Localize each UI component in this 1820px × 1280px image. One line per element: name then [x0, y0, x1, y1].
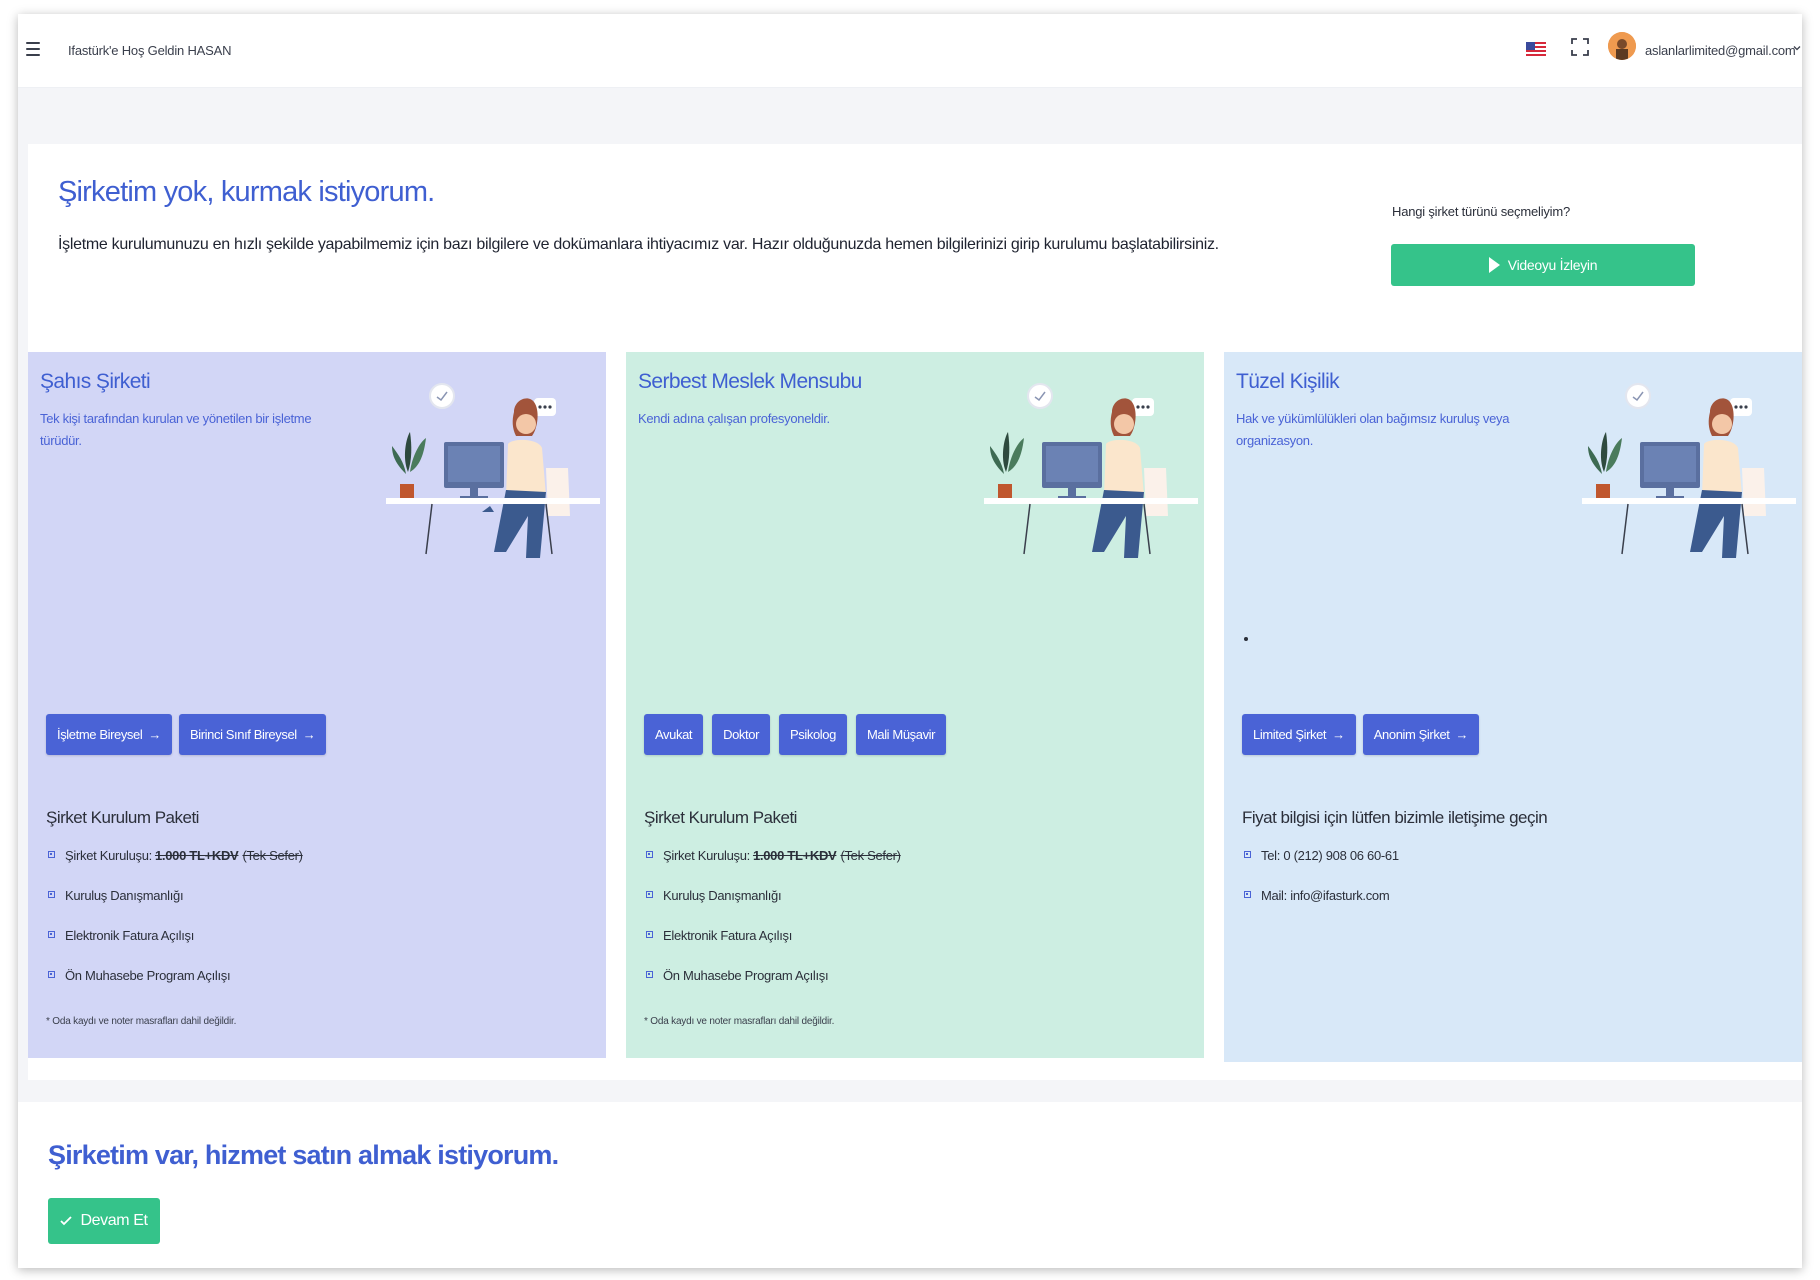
profession-buttons: Avukat Doktor Psikolog Mali Müşavir: [644, 714, 947, 755]
item-text: Elektronik Fatura Açılışı: [663, 928, 793, 943]
bullet-icon: [48, 851, 55, 858]
check-icon: [60, 1216, 73, 1226]
bullet-icon: [646, 851, 653, 858]
item-prefix: Şirket Kuruluşu:: [65, 848, 152, 863]
bullet-icon: [1244, 891, 1251, 898]
button-label: Birinci Sınıf Bireysel: [189, 727, 297, 742]
bullet-icon: [48, 931, 55, 938]
mali-musavir-button[interactable]: Mali Müşavir: [855, 714, 947, 755]
item-text: Elektronik Fatura Açılışı: [65, 928, 195, 943]
avukat-button[interactable]: Avukat: [644, 714, 704, 755]
package-title: Şirket Kurulum Paketi: [46, 808, 199, 827]
column-title: Şahıs Şirketi: [40, 370, 151, 393]
button-label: Anonim Şirket: [1373, 727, 1450, 742]
package-list: Şirket Kuruluşu: 1.000 TL+KDV (Tek Sefer…: [644, 848, 901, 1008]
legal-entity-buttons: Limited Şirket → Anonim Şirket →: [1242, 714, 1480, 755]
list-item: Kuruluş Danışmanlığı: [46, 888, 303, 928]
watch-video-label: Videoyu İzleyin: [1507, 257, 1598, 273]
company-type-buttons: İşletme Bireysel → Birinci Sınıf Bireyse…: [46, 714, 327, 755]
column-serbest-meslek: Serbest Meslek Mensubu Kendi adına çalış…: [626, 352, 1204, 1058]
workspace-illustration: [386, 383, 600, 558]
app-window: Ifastürk'e Hoş Geldin HASAN aslanlarlimi…: [18, 14, 1802, 1268]
item-once: (Tek Sefer): [242, 848, 303, 863]
psikolog-button[interactable]: Psikolog: [779, 714, 847, 755]
continue-label: Devam Et: [80, 1212, 148, 1229]
button-label: Avukat: [655, 727, 693, 742]
list-item: Tel: 0 (212) 908 06 60-61: [1242, 848, 1399, 888]
arrow-right-icon: →: [1455, 727, 1469, 742]
avatar[interactable]: [1608, 32, 1636, 60]
contact-mail: Mail: info@ifasturk.com: [1261, 888, 1390, 903]
button-label: Mali Müşavir: [866, 727, 936, 742]
column-title: Tüzel Kişilik: [1236, 370, 1340, 393]
arrow-right-icon: →: [1332, 727, 1345, 742]
list-item: Kuruluş Danışmanlığı: [644, 888, 901, 928]
list-item: Elektronik Fatura Açılışı: [46, 928, 303, 968]
bullet-icon: [1244, 851, 1251, 858]
button-label: İşletme Bireysel: [57, 727, 143, 742]
package-title: Şirket Kurulum Paketi: [644, 808, 797, 827]
footnote: * Oda kaydı ve noter masrafları dahil de…: [46, 1016, 237, 1027]
column-description: Kendi adına çalışan profesyoneldir.: [638, 411, 830, 426]
item-price: 1.000 TL+KDV: [752, 848, 837, 863]
limited-sirket-button[interactable]: Limited Şirket →: [1242, 714, 1356, 755]
column-title: Serbest Meslek Mensubu: [638, 370, 862, 393]
bullet-icon: [48, 891, 55, 898]
section-title: Şirketim var, hizmet satın almak istiyor…: [48, 1140, 559, 1170]
arrow-right-icon: →: [302, 727, 316, 742]
list-item: Ön Muhasebe Program Açılışı: [46, 968, 303, 1008]
menu-icon[interactable]: [26, 42, 40, 56]
item-text: Kuruluş Danışmanlığı: [663, 888, 782, 903]
column-description: Hak ve yükümlülükleri olan bağımsız kuru…: [1236, 411, 1510, 448]
decorative-dot: [1244, 637, 1248, 641]
chevron-down-icon[interactable]: [1793, 44, 1801, 52]
arrow-right-icon: →: [148, 727, 161, 742]
column-description: Tek kişi tarafından kurulan ve yönetilen…: [40, 411, 312, 448]
contact-phone: Tel: 0 (212) 908 06 60-61: [1261, 848, 1399, 863]
top-bar: Ifastürk'e Hoş Geldin HASAN aslanlarlimi…: [18, 14, 1802, 88]
list-item: Şirket Kuruluşu: 1.000 TL+KDV (Tek Sefer…: [46, 848, 303, 888]
item-price: 1.000 TL+KDV: [154, 848, 239, 863]
list-item: Ön Muhasebe Program Açılışı: [644, 968, 901, 1008]
list-item: Elektronik Fatura Açılışı: [644, 928, 901, 968]
bullet-icon: [48, 971, 55, 978]
item-text: Ön Muhasebe Program Açılışı: [663, 968, 829, 983]
watch-video-button[interactable]: Videoyu İzleyin: [1391, 244, 1695, 286]
isletme-bireysel-button[interactable]: İşletme Bireysel →: [46, 714, 172, 755]
play-icon: [1488, 257, 1500, 273]
footnote: * Oda kaydı ve noter masrafları dahil de…: [644, 1016, 835, 1027]
continue-button[interactable]: Devam Et: [48, 1198, 160, 1244]
item-once: (Tek Sefer): [840, 848, 901, 863]
column-tuzel-kisilik: Tüzel Kişilik Hak ve yükümlülükleri olan…: [1224, 352, 1802, 1062]
item-text: Ön Muhasebe Program Açılışı: [65, 968, 231, 983]
us-flag-icon[interactable]: [1526, 42, 1546, 57]
workspace-illustration: [984, 383, 1198, 558]
welcome-text: Ifastürk'e Hoş Geldin HASAN: [68, 43, 232, 58]
list-item: Mail: info@ifasturk.com: [1242, 888, 1399, 928]
contact-title: Fiyat bilgisi için lütfen bizimle iletiş…: [1242, 808, 1548, 827]
user-email[interactable]: aslanlarlimited@gmail.com: [1645, 43, 1796, 58]
birinci-sinif-bireysel-button[interactable]: Birinci Sınıf Bireysel →: [178, 714, 327, 755]
new-company-section: Şirketim yok, kurmak istiyorum. İşletme …: [28, 144, 1802, 1080]
list-item: Şirket Kuruluşu: 1.000 TL+KDV (Tek Sefer…: [644, 848, 901, 888]
column-sahis-sirketi: Şahıs Şirketi Tek kişi tarafından kurula…: [28, 352, 606, 1058]
video-question: Hangi şirket türünü seçmeliyim?: [1392, 204, 1571, 219]
existing-company-section: Şirketim var, hizmet satın almak istiyor…: [18, 1102, 1802, 1268]
bullet-icon: [646, 931, 653, 938]
contact-list: Tel: 0 (212) 908 06 60-61 Mail: info@ifa…: [1242, 848, 1399, 928]
bullet-icon: [646, 891, 653, 898]
item-prefix: Şirket Kuruluşu:: [663, 848, 750, 863]
workspace-illustration: [1582, 383, 1796, 558]
item-text: Kuruluş Danışmanlığı: [65, 888, 184, 903]
package-list: Şirket Kuruluşu: 1.000 TL+KDV (Tek Sefer…: [46, 848, 303, 1008]
section-title: Şirketim yok, kurmak istiyorum.: [58, 176, 435, 208]
button-label: Psikolog: [790, 727, 836, 742]
doktor-button[interactable]: Doktor: [712, 714, 770, 755]
section-lead: İşletme kurulumunuzu en hızlı şekilde ya…: [58, 236, 1219, 253]
fullscreen-icon[interactable]: [1571, 38, 1589, 56]
button-label: Limited Şirket: [1253, 727, 1327, 742]
anonim-sirket-button[interactable]: Anonim Şirket →: [1362, 714, 1480, 755]
button-label: Doktor: [723, 727, 759, 742]
bullet-icon: [646, 971, 653, 978]
